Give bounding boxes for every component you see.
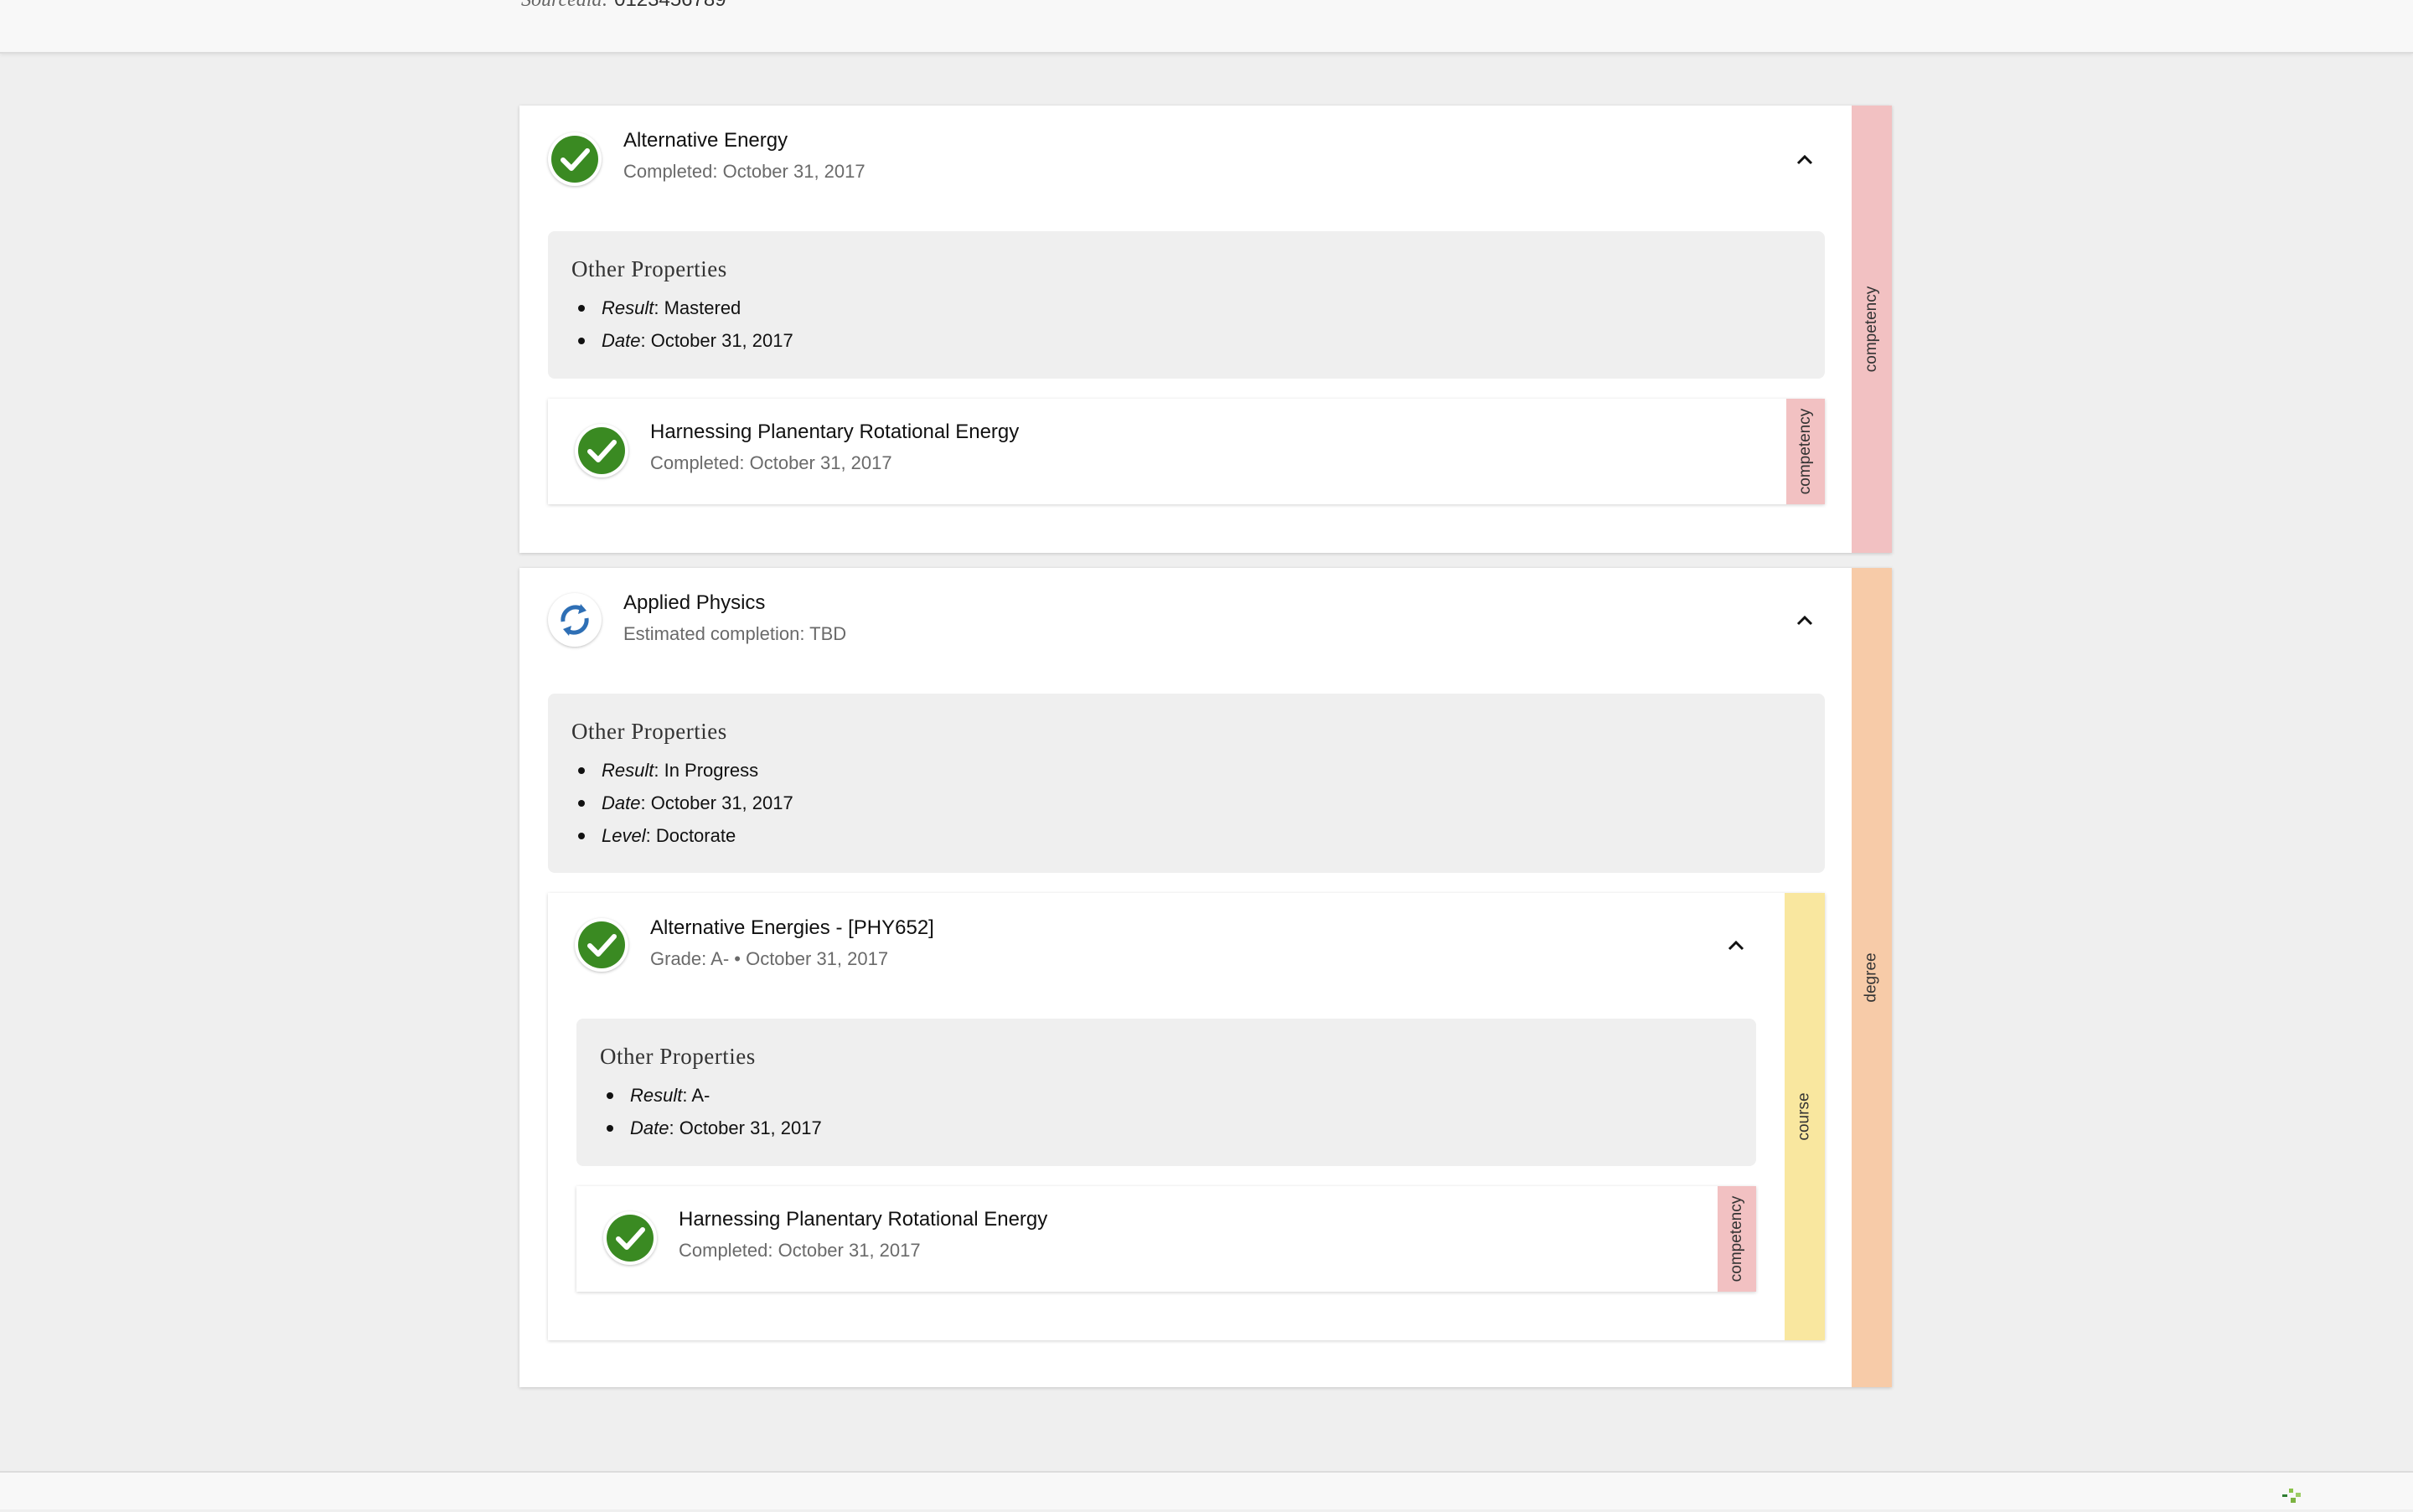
property-item: Date: October 31, 2017 (607, 1112, 822, 1144)
card-title: Harnessing Planentary Rotational Energy (650, 421, 1020, 443)
check-icon (603, 1211, 657, 1265)
achievement-card-course: Alternative Energies - [PHY652] Grade: A… (548, 893, 1825, 1340)
card-title: Alternative Energy (623, 129, 788, 152)
property-item: Date: October 31, 2017 (578, 787, 793, 819)
property-item: Result: In Progress (578, 754, 793, 787)
check-icon (575, 424, 628, 477)
sync-icon (548, 593, 602, 647)
footer-bar (0, 1471, 2413, 1509)
achievement-card-child-competency: Harnessing Planentary Rotational Energy … (548, 399, 1825, 504)
card-subtitle: Grade: A- • October 31, 2017 (650, 948, 889, 969)
other-properties-panel: Other Properties Result: Mastered Date: … (548, 231, 1825, 379)
type-tag-degree: degree (1852, 568, 1892, 1387)
top-bar: Sourcedid: 0123456789 (0, 0, 2413, 54)
card-subtitle: Completed: October 31, 2017 (650, 452, 892, 473)
property-item: Result: Mastered (578, 292, 793, 324)
other-properties-panel: Other Properties Result: In Progress Dat… (548, 694, 1825, 873)
type-tag-competency: competency (1718, 1186, 1756, 1292)
achievement-card-alternative-energy: Alternative Energy Completed: October 31… (519, 106, 1892, 553)
achievement-card-child-competency: Harnessing Planentary Rotational Energy … (576, 1186, 1756, 1292)
sourcedid-value: 0123456789 (614, 0, 726, 11)
card-title: Applied Physics (623, 591, 766, 614)
other-properties-heading: Other Properties (571, 719, 727, 744)
property-item: Date: October 31, 2017 (578, 324, 793, 357)
check-icon (575, 918, 628, 972)
logo-icon (2276, 1486, 2309, 1512)
card-subtitle: Estimated completion: TBD (623, 623, 847, 644)
card-title: Harnessing Planentary Rotational Energy (679, 1208, 1048, 1231)
collapse-chevron-icon[interactable] (1792, 608, 1817, 633)
card-title: Alternative Energies - [PHY652] (650, 916, 934, 939)
sourcedid-label: Sourcedid: (521, 0, 609, 11)
property-item: Level: Doctorate (578, 819, 793, 852)
collapse-chevron-icon[interactable] (1792, 147, 1817, 173)
other-properties-heading: Other Properties (571, 256, 727, 281)
type-tag-course: course (1785, 893, 1825, 1340)
type-tag-competency: competency (1786, 399, 1825, 504)
type-tag-competency: competency (1852, 106, 1892, 553)
check-icon (548, 132, 602, 186)
card-subtitle: Completed: October 31, 2017 (623, 161, 865, 182)
card-subtitle: Completed: October 31, 2017 (679, 1240, 921, 1261)
achievement-card-applied-physics: Applied Physics Estimated completion: TB… (519, 568, 1892, 1387)
property-item: Result: A- (607, 1079, 822, 1112)
sourcedid: Sourcedid: 0123456789 (521, 0, 726, 12)
collapse-chevron-icon[interactable] (1723, 933, 1749, 958)
other-properties-panel: Other Properties Result: A- Date: Octobe… (576, 1019, 1756, 1166)
other-properties-heading: Other Properties (600, 1044, 756, 1069)
